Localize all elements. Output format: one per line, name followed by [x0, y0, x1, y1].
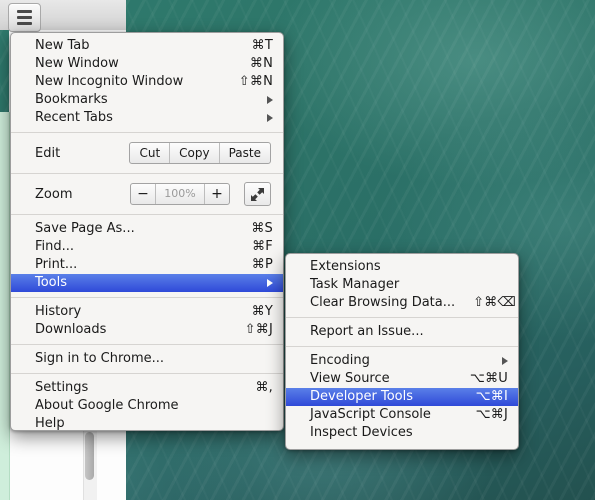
menu-item-shortcut: ⌘, — [255, 380, 273, 395]
menu-item-recent-tabs[interactable]: Recent Tabs — [11, 109, 283, 127]
menu-item-shortcut: ⌘N — [249, 56, 273, 71]
menu-item-new-incognito-window[interactable]: New Incognito Window ⇧⌘N — [11, 73, 283, 91]
zoom-stepper: − 100% + — [130, 183, 230, 205]
menu-item-shortcut: ⌘T — [251, 38, 273, 53]
copy-button[interactable]: Copy — [169, 143, 218, 163]
edit-segmented-control: Cut Copy Paste — [129, 142, 271, 164]
submenu-item-javascript-console[interactable]: JavaScript Console ⌥⌘J — [286, 406, 518, 424]
menu-item-help[interactable]: Help — [11, 415, 283, 431]
tools-submenu: Extensions Task Manager Clear Browsing D… — [285, 253, 519, 450]
menu-item-label: Extensions — [310, 259, 381, 274]
menu-item-label: New Incognito Window — [35, 74, 184, 89]
menu-item-label: Sign in to Chrome... — [35, 351, 165, 366]
menu-row-zoom: Zoom − 100% + — [11, 179, 283, 209]
submenu-item-report-an-issue[interactable]: Report an Issue... — [286, 323, 518, 341]
menu-item-label: Print... — [35, 257, 78, 272]
menu-item-history[interactable]: History ⌘Y — [11, 303, 283, 321]
menu-separator — [11, 344, 283, 345]
zoom-in-button[interactable]: + — [205, 184, 229, 204]
menu-item-label: JavaScript Console — [310, 407, 431, 422]
menu-item-about-google-chrome[interactable]: About Google Chrome — [11, 397, 283, 415]
zoom-level-value: 100% — [155, 184, 205, 204]
desktop-screen: New Tab ⌘T New Window ⌘N New Incognito W… — [0, 0, 595, 500]
paste-button[interactable]: Paste — [218, 143, 270, 163]
menu-item-new-window[interactable]: New Window ⌘N — [11, 55, 283, 73]
menu-separator — [11, 373, 283, 374]
browser-left-edge-strip — [0, 112, 10, 500]
menu-item-label: Find... — [35, 239, 75, 254]
submenu-item-encoding[interactable]: Encoding — [286, 352, 518, 370]
submenu-item-task-manager[interactable]: Task Manager — [286, 276, 518, 294]
fullscreen-button[interactable] — [244, 182, 271, 206]
menu-item-label: Settings — [35, 380, 89, 395]
submenu-item-extensions[interactable]: Extensions — [286, 258, 518, 276]
menu-item-shortcut: ⇧⌘N — [238, 74, 273, 89]
submenu-item-inspect-devices[interactable]: Inspect Devices — [286, 424, 518, 442]
zoom-row-controls: − 100% + — [130, 182, 271, 206]
menu-item-save-page-as[interactable]: Save Page As... ⌘S — [11, 220, 283, 238]
menu-item-label: Report an Issue... — [310, 324, 424, 339]
menu-item-downloads[interactable]: Downloads ⇧⌘J — [11, 321, 283, 339]
menu-item-label: Bookmarks — [35, 92, 108, 107]
menu-item-label: Recent Tabs — [35, 110, 113, 125]
hamburger-icon-bar-3 — [17, 22, 32, 25]
menu-item-print[interactable]: Print... ⌘P — [11, 256, 283, 274]
page-scrollbar-thumb[interactable] — [85, 432, 94, 480]
menu-item-label: Inspect Devices — [310, 425, 413, 440]
menu-item-settings[interactable]: Settings ⌘, — [11, 379, 283, 397]
edit-row-label: Edit — [35, 145, 61, 161]
menu-item-tools[interactable]: Tools — [11, 274, 283, 292]
chevron-right-icon — [267, 96, 273, 104]
menu-row-edit: Edit Cut Copy Paste — [11, 138, 283, 168]
chrome-menu-button[interactable] — [8, 3, 41, 32]
menu-item-shortcut: ⇧⌘⌫ — [473, 295, 517, 310]
menu-item-shortcut: ⌘P — [251, 257, 273, 272]
zoom-row-label: Zoom — [35, 186, 73, 202]
menu-item-label: Task Manager — [310, 277, 400, 292]
menu-item-label: Developer Tools — [310, 389, 414, 404]
menu-item-label: Help — [35, 416, 65, 431]
menu-item-new-tab[interactable]: New Tab ⌘T — [11, 37, 283, 55]
menu-item-label: New Window — [35, 56, 119, 71]
menu-separator — [11, 214, 283, 215]
menu-item-find[interactable]: Find... ⌘F — [11, 238, 283, 256]
fullscreen-icon — [251, 187, 264, 201]
menu-item-label: History — [35, 304, 82, 319]
menu-item-shortcut: ⌥⌘I — [475, 389, 508, 404]
hamburger-icon-bar-1 — [17, 10, 32, 13]
menu-item-label: Encoding — [310, 353, 370, 368]
menu-item-shortcut: ⇧⌘J — [244, 322, 273, 337]
menu-item-label: Downloads — [35, 322, 107, 337]
menu-item-bookmarks[interactable]: Bookmarks — [11, 91, 283, 109]
menu-item-shortcut: ⌘F — [252, 239, 273, 254]
menu-item-label: View Source — [310, 371, 390, 386]
chrome-main-menu: New Tab ⌘T New Window ⌘N New Incognito W… — [10, 32, 284, 431]
menu-separator — [11, 132, 283, 133]
chevron-right-icon — [502, 357, 508, 365]
menu-item-shortcut: ⌥⌘J — [475, 407, 508, 422]
menu-item-label: Save Page As... — [35, 221, 135, 236]
submenu-item-developer-tools[interactable]: Developer Tools ⌥⌘I — [286, 388, 518, 406]
cut-button[interactable]: Cut — [130, 143, 169, 163]
menu-separator — [11, 297, 283, 298]
menu-item-shortcut: ⌘Y — [251, 304, 273, 319]
edit-row-controls: Cut Copy Paste — [129, 142, 271, 164]
menu-item-label: Clear Browsing Data... — [310, 295, 456, 310]
menu-separator — [286, 346, 518, 347]
chevron-right-icon — [267, 114, 273, 122]
zoom-out-button[interactable]: − — [131, 184, 155, 204]
menu-separator — [11, 173, 283, 174]
submenu-item-view-source[interactable]: View Source ⌥⌘U — [286, 370, 518, 388]
menu-item-label: About Google Chrome — [35, 398, 179, 413]
menu-item-shortcut: ⌥⌘U — [469, 371, 508, 386]
chevron-right-icon — [267, 279, 273, 287]
menu-item-label: Tools — [35, 275, 68, 290]
menu-item-sign-in-to-chrome[interactable]: Sign in to Chrome... — [11, 350, 283, 368]
menu-item-label: New Tab — [35, 38, 90, 53]
hamburger-icon-bar-2 — [17, 16, 32, 19]
menu-separator — [286, 317, 518, 318]
menu-item-shortcut: ⌘S — [251, 221, 273, 236]
submenu-item-clear-browsing-data[interactable]: Clear Browsing Data... ⇧⌘⌫ — [286, 294, 518, 312]
